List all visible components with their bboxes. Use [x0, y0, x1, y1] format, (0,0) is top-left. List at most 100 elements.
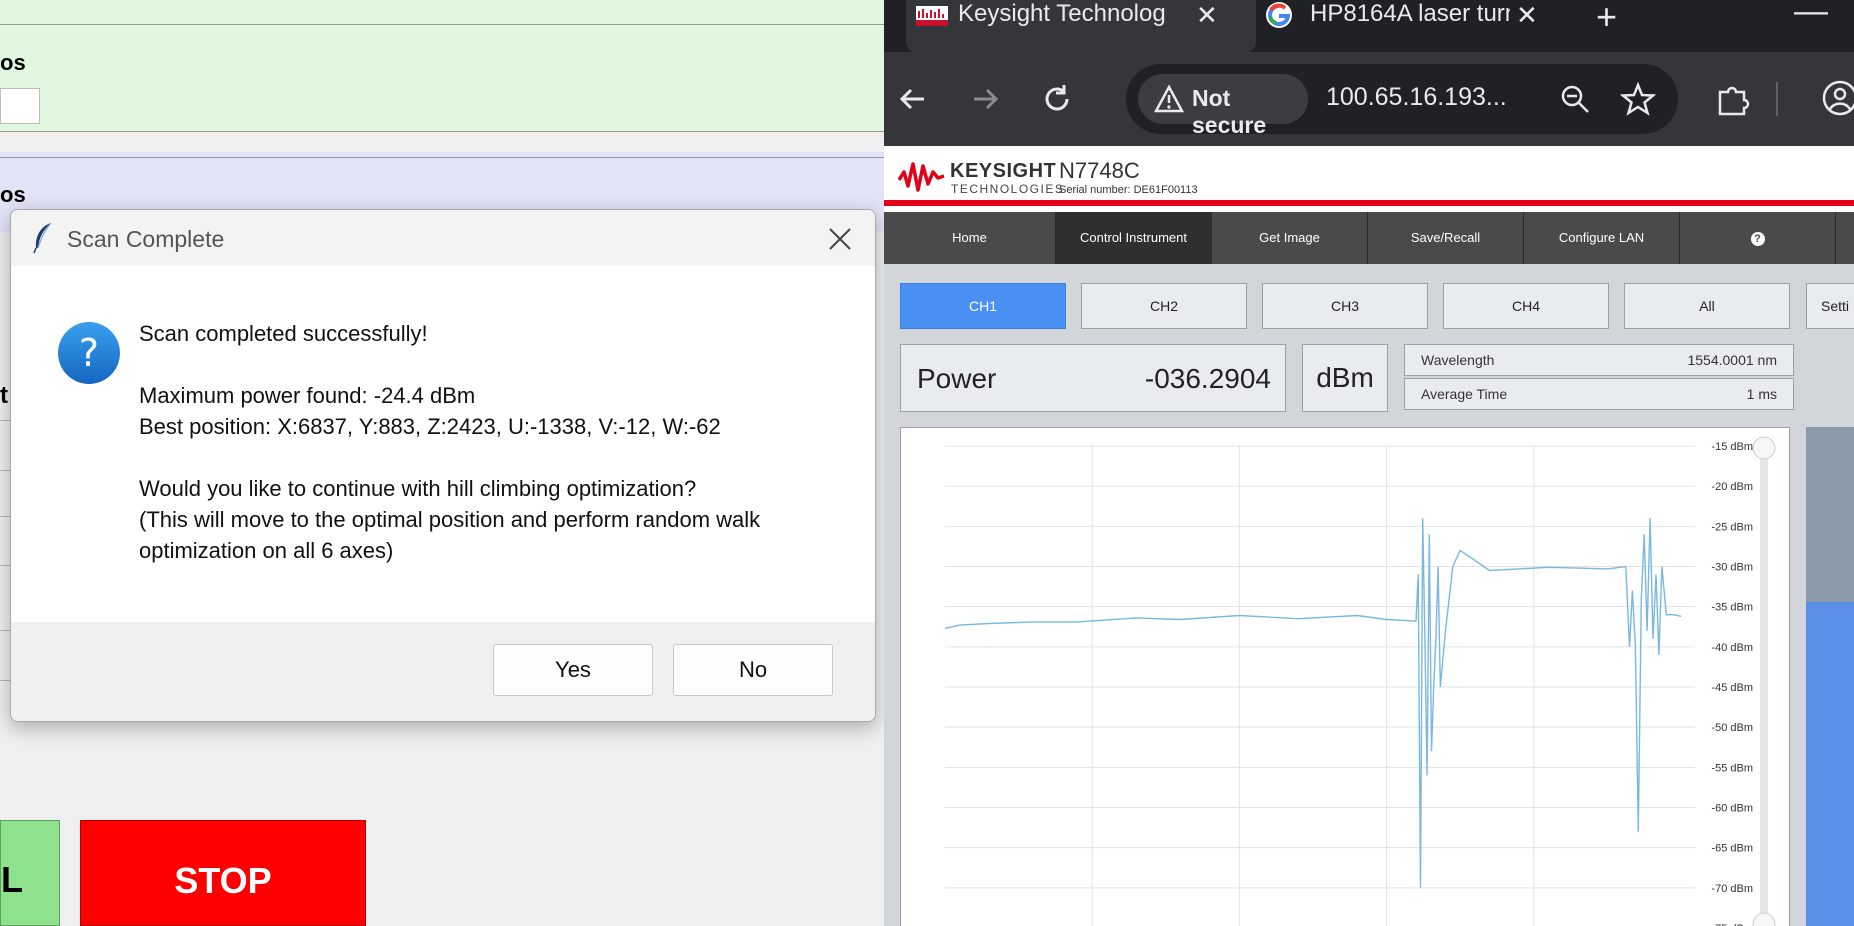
help-icon: ? — [1750, 232, 1765, 246]
label-fragment: t — [0, 382, 8, 409]
y-tick-label: -25 dBm — [1711, 521, 1753, 533]
y-tick-label: -55 dBm — [1711, 762, 1753, 774]
settings-button[interactable]: Setti — [1806, 283, 1854, 329]
close-icon[interactable]: ✕ — [1196, 0, 1218, 31]
google-g-icon — [1266, 2, 1292, 28]
serial-number: Serial number: DE61F00113 — [1059, 184, 1198, 196]
y-tick-label: -15 dBm — [1711, 441, 1753, 453]
average-time-field[interactable]: Average Time 1 ms — [1404, 378, 1794, 410]
y-tick-label: -45 dBm — [1711, 682, 1753, 694]
question-icon: ? — [58, 322, 120, 384]
range-slider-track[interactable] — [1760, 450, 1768, 926]
address-bar[interactable]: Not secure 100.65.16.193... — [1126, 64, 1678, 138]
brand-subtitle: TECHNOLOGIES — [951, 182, 1065, 196]
power-trace-line — [944, 518, 1682, 888]
chart-svg: -15 dBm -20 dBm -25 dBm -30 dBm -35 dBm -40 d… — [944, 436, 1776, 926]
back-arrow-icon[interactable] — [894, 80, 932, 118]
no-button[interactable]: No — [673, 644, 833, 696]
message-gap — [139, 442, 859, 473]
divider — [0, 24, 884, 25]
dialog-titlebar[interactable]: Scan Complete — [11, 210, 875, 266]
tab-hp8164a[interactable]: HP8164A laser turn ✕ — [1256, 0, 1556, 52]
security-indicator[interactable]: Not secure — [1138, 74, 1308, 138]
y-tick-label: -40 dBm — [1711, 642, 1753, 654]
dialog-title: Scan Complete — [67, 226, 225, 252]
nav-configure-lan[interactable]: Configure LAN — [1524, 212, 1680, 264]
channel-button-ch3[interactable]: CH3 — [1262, 283, 1428, 329]
nav-help[interactable]: ? — [1680, 212, 1836, 264]
channel-button-all[interactable]: All — [1624, 283, 1790, 329]
feather-icon — [33, 222, 52, 254]
divider — [0, 157, 884, 158]
zoom-out-icon[interactable] — [1558, 82, 1592, 116]
tab-title: Keysight Technolog — [958, 0, 1166, 27]
channel-button-ch2[interactable]: CH2 — [1081, 283, 1247, 329]
close-icon[interactable]: ✕ — [1516, 0, 1538, 31]
scan-complete-dialog: Scan Complete ? Scan completed successfu… — [10, 209, 876, 722]
toolbar-divider — [1776, 82, 1778, 116]
message-line: optimization on all 6 axes) — [139, 538, 394, 563]
keysight-favicon-icon — [916, 6, 948, 26]
nav-save-recall[interactable]: Save/Recall — [1368, 212, 1524, 264]
message-gap — [139, 349, 859, 380]
range-slider-handle[interactable] — [1752, 436, 1776, 460]
tab-strip: Keysight Technolog ✕ HP8164A laser turn … — [884, 0, 1854, 52]
control-panel: CH1 CH2 CH3 CH4 All Setti Power -036.290… — [884, 264, 1854, 926]
extensions-icon[interactable] — [1714, 80, 1752, 118]
side-panel-gray — [1806, 427, 1854, 602]
instrument-web-page: KEYSIGHT TECHNOLOGIES N7748C Serial numb… — [884, 146, 1854, 926]
power-trace-chart: -15 dBm -20 dBm -25 dBm -30 dBm -35 dBm -40 d… — [900, 427, 1790, 926]
yes-button[interactable]: Yes — [493, 644, 653, 696]
tab-title: HP8164A laser turn — [1310, 0, 1510, 27]
tab-keysight[interactable]: Keysight Technolog ✕ — [906, 0, 1256, 52]
dialog-message: Scan completed successfully! Maximum pow… — [139, 318, 859, 566]
y-tick-label: -60 dBm — [1711, 803, 1753, 815]
green-section — [0, 0, 884, 132]
close-icon[interactable] — [827, 226, 853, 252]
y-tick-label: -70 dBm — [1711, 883, 1753, 895]
channel-button-ch1[interactable]: CH1 — [900, 283, 1066, 329]
section-label-fragment: os — [0, 50, 26, 75]
keysight-header: KEYSIGHT TECHNOLOGIES N7748C Serial numb… — [884, 146, 1854, 206]
profile-icon[interactable] — [1820, 78, 1854, 118]
minimize-icon[interactable]: — — [1794, 0, 1828, 31]
y-tick-label: -50 dBm — [1711, 722, 1753, 734]
wavelength-value: 1554.0001 nm — [1687, 352, 1777, 368]
nav-home[interactable]: Home — [884, 212, 1056, 264]
keysight-logo-icon — [898, 162, 945, 192]
message-line: Would you like to continue with hill cli… — [139, 476, 697, 501]
security-label: Not secure — [1192, 85, 1267, 138]
wavelength-field[interactable]: Wavelength 1554.0001 nm — [1404, 344, 1794, 376]
star-icon[interactable] — [1620, 81, 1656, 117]
section-label-fragment: os — [0, 182, 26, 207]
nav-control-instrument[interactable]: Control Instrument — [1056, 212, 1212, 264]
average-time-label: Average Time — [1421, 386, 1508, 402]
power-unit-button[interactable]: dBm — [1302, 344, 1388, 412]
range-slider-handle[interactable] — [1752, 912, 1776, 926]
stop-button[interactable]: STOP — [80, 820, 366, 926]
browser-toolbar: Not secure 100.65.16.193... — [884, 52, 1854, 146]
green-action-button[interactable]: L — [0, 820, 60, 926]
dialog-footer: Yes No — [11, 622, 875, 721]
divider — [0, 131, 884, 132]
y-tick-label: -20 dBm — [1711, 481, 1753, 493]
message-line: Best position: X:6837, Y:883, Z:2423, U:… — [139, 414, 721, 439]
nav-get-image[interactable]: Get Image — [1212, 212, 1368, 264]
reload-icon[interactable] — [1038, 80, 1076, 118]
text-entry-fragment[interactable] — [0, 88, 40, 124]
power-label: Power — [917, 363, 997, 394]
url-text[interactable]: 100.65.16.193... — [1326, 83, 1507, 112]
side-panel-blue — [1806, 602, 1854, 926]
wavelength-label: Wavelength — [1421, 352, 1495, 368]
message-line: Scan completed successfully! — [139, 321, 428, 346]
forward-arrow-icon[interactable] — [966, 80, 1004, 118]
browser-window: Keysight Technolog ✕ HP8164A laser turn … — [884, 0, 1854, 926]
y-tick-label: -30 dBm — [1711, 562, 1753, 574]
channel-button-ch4[interactable]: CH4 — [1443, 283, 1609, 329]
brand-name: KEYSIGHT — [950, 160, 1057, 182]
instrument-model: N7748C — [1059, 158, 1140, 183]
new-tab-icon[interactable]: + — [1596, 0, 1617, 38]
y-tick-label: -65 dBm — [1711, 843, 1753, 855]
power-readout: Power -036.2904 — [900, 344, 1286, 412]
power-value: -036.2904 — [1144, 363, 1271, 394]
